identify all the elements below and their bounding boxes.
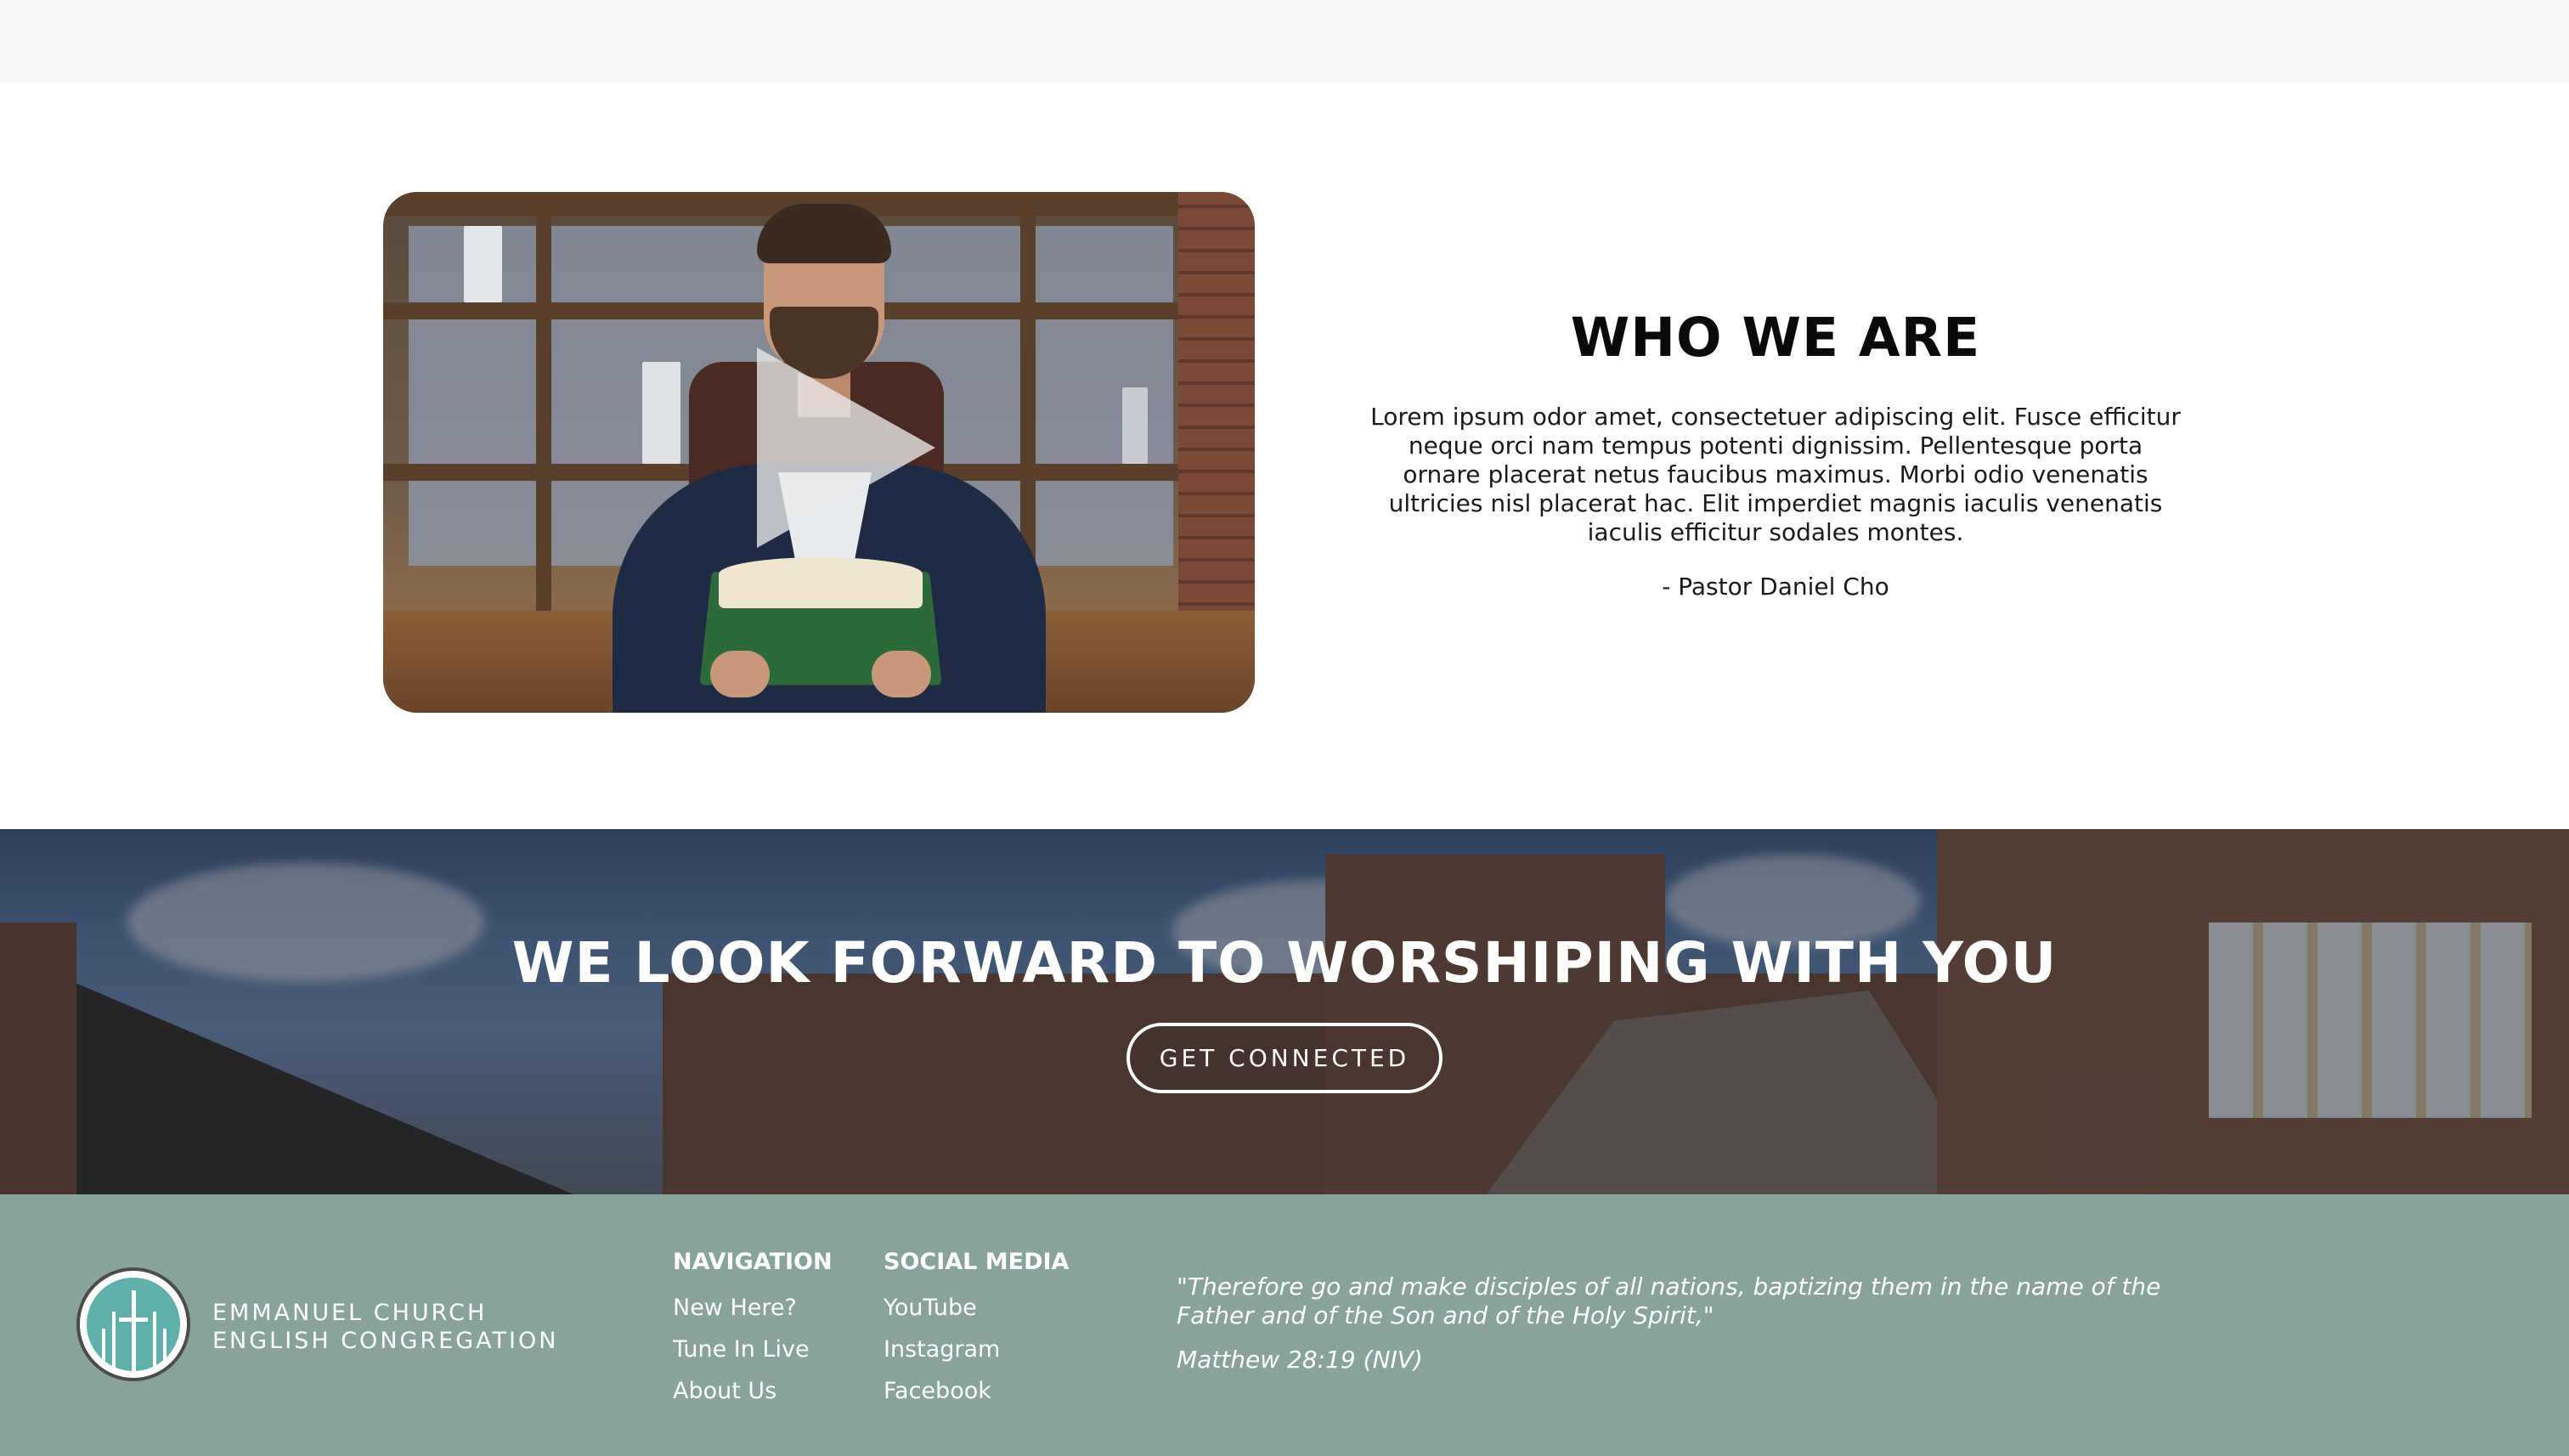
scripture-quote: "Therefore go and make disciples of all …	[1177, 1273, 2161, 1329]
pastor-signature: - Pastor Daniel Cho	[1662, 572, 1889, 601]
church-name-line2: ENGLISH CONGREGATION	[212, 1328, 559, 1354]
book-decor	[642, 362, 680, 464]
logo-stripe	[132, 1290, 136, 1371]
top-bar	[0, 0, 2569, 83]
church-name-line1: EMMANUEL CHURCH	[212, 1300, 488, 1326]
book-decor	[1122, 387, 1148, 464]
get-connected-button[interactable]: GET CONNECTED	[1126, 1023, 1443, 1093]
play-icon[interactable]	[757, 347, 935, 548]
logo-circle	[87, 1278, 180, 1371]
book-decor	[464, 226, 502, 302]
right-hand	[872, 651, 931, 697]
left-hand	[710, 651, 770, 697]
link-youtube[interactable]: YouTube	[884, 1287, 1069, 1329]
footer-social-media: SOCIAL MEDIA YouTube Instagram Facebook	[884, 1249, 1069, 1412]
navigation-heading: NAVIGATION	[673, 1249, 833, 1275]
scripture-reference: Matthew 28:19 (NIV)	[1177, 1346, 1423, 1374]
church-name[interactable]: EMMANUEL CHURCH ENGLISH CONGREGATION	[212, 1299, 558, 1355]
logo-stripe	[153, 1312, 156, 1371]
link-facebook[interactable]: Facebook	[884, 1370, 1069, 1412]
banner-title: WE LOOK FORWARD TO WORSHIPING WITH YOU	[511, 930, 2058, 996]
footer-navigation: NAVIGATION New Here? Tune In Live About …	[673, 1249, 833, 1412]
social-heading: SOCIAL MEDIA	[884, 1249, 1070, 1275]
worship-banner: WE LOOK FORWARD TO WORSHIPING WITH YOU G…	[0, 829, 2569, 1194]
logo-stripe	[102, 1329, 105, 1371]
logo-crossbar	[119, 1318, 148, 1322]
logo-stripe	[163, 1329, 167, 1371]
pastor-hair	[757, 204, 891, 263]
book-pages	[719, 557, 923, 608]
link-about-us[interactable]: About Us	[673, 1370, 833, 1412]
banner-overlay	[0, 829, 2569, 1194]
link-tune-in-live[interactable]: Tune In Live	[673, 1329, 833, 1370]
about-text-block: WHO WE ARE Lorem ipsum odor amet, consec…	[1359, 306, 2192, 601]
video-player[interactable]	[383, 192, 1255, 713]
who-we-are-section: WHO WE ARE Lorem ipsum odor amet, consec…	[0, 83, 2569, 829]
about-paragraph: Lorem ipsum odor amet, consectetuer adip…	[1370, 402, 2181, 546]
logo-stripe	[112, 1312, 116, 1371]
link-instagram[interactable]: Instagram	[884, 1329, 1069, 1370]
site-footer: EMMANUEL CHURCH ENGLISH CONGREGATION NAV…	[0, 1194, 2569, 1456]
section-title: WHO WE ARE	[1570, 307, 1981, 369]
cross-logo-icon[interactable]	[76, 1267, 190, 1381]
bookshelf-frame	[536, 192, 551, 617]
link-new-here[interactable]: New Here?	[673, 1287, 833, 1329]
